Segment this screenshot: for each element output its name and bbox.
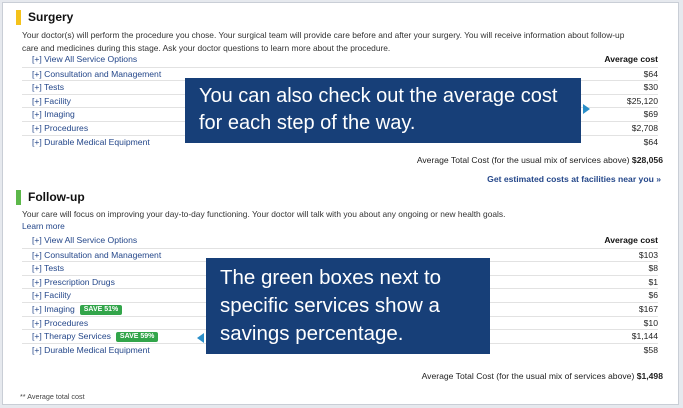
service-average-cost: $103 <box>638 249 658 260</box>
service-average-cost: $69 <box>643 109 658 120</box>
followup-total-cost: Average Total Cost (for the usual mix of… <box>422 371 663 381</box>
followup-title: Follow-up <box>28 190 85 204</box>
service-average-cost: $6 <box>648 290 658 301</box>
learn-more-link[interactable]: Learn more <box>22 221 65 231</box>
surgery-average-cost-header: Average cost <box>604 54 658 64</box>
service-label-group: [+] Therapy Services SAVE 59% <box>32 330 159 344</box>
service-option-link[interactable]: [+] Tests <box>32 81 64 95</box>
followup-description: Your care will focus on improving your d… <box>22 209 506 219</box>
followup-table-header: [+] View All Service Options Average cos… <box>22 234 658 248</box>
surgery-total-value: $28,056 <box>631 155 663 165</box>
surgery-description: Your doctor(s) will perform the procedur… <box>22 29 662 55</box>
followup-average-cost-header: Average cost <box>604 235 658 245</box>
service-average-cost: $1 <box>648 276 658 287</box>
service-option-link[interactable]: [+] Consultation and Management <box>32 68 161 82</box>
service-average-cost: $64 <box>643 136 658 147</box>
surgery-title: Surgery <box>28 10 74 24</box>
service-average-cost: $8 <box>648 263 658 274</box>
service-option-link[interactable]: [+] Imaging <box>32 304 75 314</box>
service-option-link[interactable]: [+] Durable Medical Equipment <box>32 136 150 150</box>
followup-accent-bar <box>16 190 21 205</box>
service-average-cost: $25,120 <box>626 95 658 106</box>
service-option-link[interactable]: [+] Procedures <box>32 122 88 136</box>
facility-costs-link[interactable]: Get estimated costs at facilities near y… <box>487 174 661 184</box>
surgery-table-header: [+] View All Service Options Average cos… <box>22 53 658 67</box>
service-option-link[interactable]: [+] Prescription Drugs <box>32 276 115 290</box>
followup-total-label: Average Total Cost (for the usual mix of… <box>421 371 635 381</box>
followup-total-value: $1,498 <box>636 371 663 381</box>
service-average-cost: $30 <box>643 82 658 93</box>
service-label-group: [+] Imaging SAVE 51% <box>32 303 123 317</box>
surgery-total-label: Average Total Cost (for the usual mix of… <box>416 155 630 165</box>
savings-callout: The green boxes next to specific service… <box>206 258 490 354</box>
service-average-cost: $1,144 <box>631 331 658 342</box>
service-option-link[interactable]: [+] Facility <box>32 95 71 109</box>
service-option-link[interactable]: [+] Consultation and Management <box>32 249 161 263</box>
followup-view-all-link[interactable]: [+] View All Service Options <box>32 234 137 248</box>
service-average-cost: $2,708 <box>631 123 658 133</box>
average-cost-callout: You can also check out the average cost … <box>185 78 581 143</box>
service-option-link[interactable]: [+] Therapy Services <box>32 331 111 341</box>
surgery-accent-bar <box>16 10 21 25</box>
savings-badge: SAVE 59% <box>115 332 159 343</box>
service-average-cost: $64 <box>643 68 658 79</box>
surgery-description-line-1: Your doctor(s) will perform the procedur… <box>22 30 625 40</box>
savings-badge: SAVE 51% <box>79 305 123 315</box>
average-cost-callout-arrow <box>583 104 590 114</box>
service-option-link[interactable]: [+] Facility <box>32 289 71 303</box>
surgery-view-all-link[interactable]: [+] View All Service Options <box>32 53 137 67</box>
service-average-cost: $10 <box>643 317 658 328</box>
service-average-cost: $58 <box>643 344 658 355</box>
footnote: ** Average total cost <box>20 392 85 401</box>
service-option-link[interactable]: [+] Procedures <box>32 317 88 331</box>
service-option-link[interactable]: [+] Imaging <box>32 108 75 122</box>
service-option-link[interactable]: [+] Durable Medical Equipment <box>32 344 150 358</box>
surgery-total-cost: Average Total Cost (for the usual mix of… <box>417 155 663 165</box>
service-average-cost: $167 <box>638 304 658 314</box>
service-option-link[interactable]: [+] Tests <box>32 262 64 276</box>
savings-callout-arrow <box>197 333 204 343</box>
